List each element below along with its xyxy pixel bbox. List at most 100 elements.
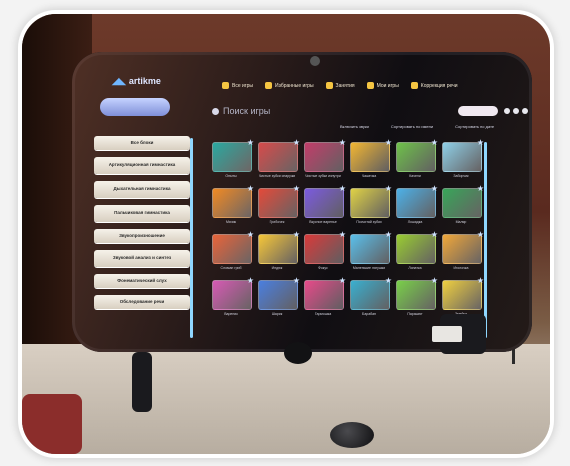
favorite-star-icon[interactable]: ★ xyxy=(431,138,438,147)
menu-item-finger[interactable]: Пальчиковая гимнастика xyxy=(94,205,190,222)
favorite-star-icon[interactable]: ★ xyxy=(431,184,438,193)
red-chair xyxy=(22,394,82,454)
favorite-star-icon[interactable]: ★ xyxy=(247,138,254,147)
game-card[interactable]: ★ Иголочка xyxy=(442,230,484,270)
game-card[interactable]: ★ Качели xyxy=(396,138,438,178)
tab-label: Коррекция речи xyxy=(420,82,458,89)
folder-icon xyxy=(366,82,374,89)
game-caption: Вкусное варенье xyxy=(309,220,337,224)
game-card[interactable]: ★ Посчитай зубки xyxy=(350,184,392,224)
speaker xyxy=(284,342,312,364)
game-caption: Маляр xyxy=(455,220,467,224)
game-caption: Маленькие лягушки xyxy=(352,266,386,270)
menu-item-breathing[interactable]: Дыхательная гимнастика xyxy=(94,181,190,198)
grid-scrollbar[interactable] xyxy=(484,142,487,338)
tab-label: Все игры xyxy=(232,82,253,89)
favorite-star-icon[interactable]: ★ xyxy=(477,276,484,285)
game-card[interactable]: ★ Индюк xyxy=(258,230,300,270)
logo-text: artikme xyxy=(128,76,161,86)
game-card[interactable]: ★ Вкусное варенье xyxy=(304,184,346,224)
minimize-icon[interactable] xyxy=(504,108,510,114)
game-caption: Индюк xyxy=(271,266,283,270)
game-card[interactable]: ★ Гармошка xyxy=(304,276,346,316)
game-caption: Чистые зубки снаружи xyxy=(258,174,296,178)
game-card[interactable]: ★ Чистые зубки изнутри xyxy=(304,138,346,178)
sound-toggle[interactable]: Включить звуки xyxy=(340,124,369,129)
game-caption: Чистые зубки изнутри xyxy=(305,174,341,178)
game-card[interactable]: ★ Опыты xyxy=(212,138,254,178)
favorite-star-icon[interactable]: ★ xyxy=(339,276,346,285)
game-card[interactable]: ★ Маляр xyxy=(442,184,484,224)
tab-my-games[interactable]: Мои игры xyxy=(366,82,399,89)
tab-label: Занятия xyxy=(335,82,355,89)
speech-icon xyxy=(410,82,418,89)
book-icon xyxy=(325,82,333,89)
game-card[interactable]: ★ Лопатка xyxy=(396,230,438,270)
favorite-star-icon[interactable]: ★ xyxy=(293,230,300,239)
game-caption: Посчитай зубки xyxy=(356,220,382,224)
game-caption: Иголочка xyxy=(453,266,469,270)
close-icon[interactable] xyxy=(522,108,528,114)
game-caption: Шарик xyxy=(271,312,283,316)
game-card[interactable]: ★ Чистые зубки снаружи xyxy=(258,138,300,178)
favorite-star-icon[interactable]: ★ xyxy=(385,276,392,285)
tab-all[interactable]: Все игры xyxy=(222,82,253,89)
game-card[interactable]: ★ Мячик xyxy=(212,184,254,224)
menu-item-speech-exam[interactable]: Обследование речи xyxy=(94,295,190,309)
menu-item-articulation[interactable]: Артикуляционная гимнастика xyxy=(94,157,190,174)
favorite-star-icon[interactable]: ★ xyxy=(477,138,484,147)
sort-by-date-button[interactable]: Сортировать по дате xyxy=(455,124,494,129)
user-pill[interactable] xyxy=(458,106,498,116)
tab-favorites[interactable]: Избранные игры xyxy=(265,82,314,89)
game-card[interactable]: ★ Фокус xyxy=(304,230,346,270)
game-card[interactable]: ★ Грибочек xyxy=(258,184,300,224)
favorite-star-icon[interactable]: ★ xyxy=(247,276,254,285)
game-card[interactable]: ★ Шарик xyxy=(258,276,300,316)
favorite-star-icon[interactable]: ★ xyxy=(385,184,392,193)
menu-item-pronunciation[interactable]: Звукопроизношение xyxy=(94,229,190,243)
favorite-star-icon[interactable]: ★ xyxy=(477,230,484,239)
tab-lessons[interactable]: Занятия xyxy=(325,82,355,89)
game-caption: Грибочек xyxy=(269,220,285,224)
game-card[interactable]: ★ Парашют xyxy=(396,276,438,316)
favorite-star-icon[interactable]: ★ xyxy=(385,138,392,147)
game-card[interactable]: ★ Маленькие лягушки xyxy=(350,230,392,270)
favorite-star-icon[interactable]: ★ xyxy=(431,230,438,239)
game-card[interactable]: ★ Лошадка xyxy=(396,184,438,224)
game-grid: ★ Опыты ★ Чистые зубки снаружи ★ Чистые зубки… xyxy=(212,138,484,316)
favorite-star-icon[interactable]: ★ xyxy=(477,184,484,193)
tab-label: Мои игры xyxy=(376,82,399,89)
search-input[interactable]: Поиск игры xyxy=(212,106,270,116)
game-card[interactable]: ★ Сломан гриб xyxy=(212,230,254,270)
favorite-star-icon[interactable]: ★ xyxy=(293,276,300,285)
tab-speech-correction[interactable]: Коррекция речи xyxy=(410,82,458,89)
menu-item-sound-analysis[interactable]: Звуковой анализ и синтез xyxy=(94,250,190,267)
game-caption: Чашечка xyxy=(361,174,377,178)
favorite-star-icon[interactable]: ★ xyxy=(293,184,300,193)
game-caption: Заборчик xyxy=(453,174,469,178)
favorite-star-icon[interactable]: ★ xyxy=(339,230,346,239)
sort-by-name-button[interactable]: Сортировать по имени xyxy=(391,124,433,129)
game-caption: Парашют xyxy=(407,312,423,316)
game-card[interactable]: ★ Вареник xyxy=(212,276,254,316)
desk xyxy=(22,344,550,454)
game-card[interactable]: ★ Заборчик xyxy=(442,138,484,178)
favorite-star-icon[interactable]: ★ xyxy=(247,184,254,193)
favorite-star-icon[interactable]: ★ xyxy=(293,138,300,147)
game-card[interactable]: ★ Барабан xyxy=(350,276,392,316)
favorite-star-icon[interactable]: ★ xyxy=(385,230,392,239)
favorite-star-icon[interactable]: ★ xyxy=(339,184,346,193)
game-card[interactable]: ★Змейка xyxy=(442,276,484,316)
favorite-star-icon[interactable]: ★ xyxy=(431,276,438,285)
sort-toolbar: Включить звуки Сортировать по имени Сорт… xyxy=(340,124,494,129)
menu-item-phonemic-hearing[interactable]: Фонематический слух xyxy=(94,274,190,288)
maximize-icon[interactable] xyxy=(513,108,519,114)
search-icon xyxy=(212,107,219,115)
menu-item-all[interactable]: Все блоки xyxy=(94,136,190,150)
star-icon xyxy=(222,82,229,89)
favorite-star-icon[interactable]: ★ xyxy=(339,138,346,147)
game-card[interactable]: ★ Чашечка xyxy=(350,138,392,178)
window-controls xyxy=(504,108,528,114)
monitor-stand-left xyxy=(132,352,152,412)
favorite-star-icon[interactable]: ★ xyxy=(247,230,254,239)
